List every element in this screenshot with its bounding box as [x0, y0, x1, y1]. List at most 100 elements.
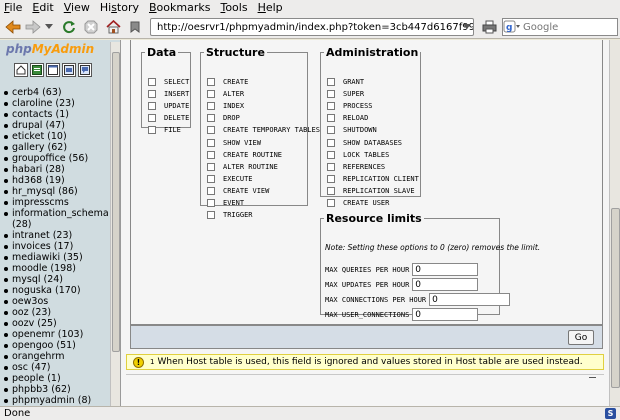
- privilege-checkbox[interactable]: [327, 186, 335, 195]
- bookmark-page-button[interactable]: [126, 18, 144, 36]
- privilege-option[interactable]: SHUTDOWN: [327, 126, 377, 135]
- privilege-checkbox[interactable]: [148, 126, 156, 135]
- privilege-option[interactable]: LOCK TABLES: [327, 150, 389, 159]
- privilege-checkbox[interactable]: [207, 162, 215, 171]
- privilege-option[interactable]: CREATE USER: [327, 199, 389, 207]
- menu-item[interactable]: File: [4, 1, 22, 14]
- reload-button[interactable]: [60, 18, 78, 36]
- address-dropdown[interactable]: [462, 18, 472, 36]
- main-scroll-thumb[interactable]: [611, 208, 620, 388]
- privilege-checkbox[interactable]: [207, 186, 215, 195]
- menu-item[interactable]: Tools: [220, 1, 247, 14]
- privilege-checkbox[interactable]: [327, 90, 335, 99]
- privilege-option[interactable]: INDEX: [207, 102, 244, 111]
- privilege-checkbox[interactable]: [148, 114, 156, 123]
- privilege-option[interactable]: DELETE: [148, 114, 189, 123]
- privilege-checkbox[interactable]: [207, 199, 215, 207]
- left-scroll-thumb[interactable]: [112, 52, 120, 352]
- privilege-option[interactable]: UPDATE: [148, 102, 189, 111]
- database-link[interactable]: moodle (198): [0, 263, 110, 274]
- privilege-checkbox[interactable]: [207, 78, 215, 86]
- menu-item[interactable]: History: [100, 1, 139, 14]
- database-link[interactable]: phpmyadmin (8): [0, 395, 110, 406]
- privilege-checkbox[interactable]: [207, 102, 215, 111]
- privilege-option[interactable]: REFERENCES: [327, 162, 385, 171]
- privilege-option[interactable]: PROCESS: [327, 102, 373, 111]
- privilege-checkbox[interactable]: [207, 150, 215, 159]
- query-window-link[interactable]: [46, 63, 60, 77]
- menu-item[interactable]: Bookmarks: [149, 1, 210, 14]
- help-link[interactable]: [78, 63, 92, 77]
- privilege-checkbox[interactable]: [148, 90, 156, 99]
- privilege-checkbox[interactable]: [207, 114, 215, 123]
- privilege-option[interactable]: REPLICATION SLAVE: [327, 186, 415, 195]
- database-link[interactable]: openemr (103): [0, 329, 110, 340]
- menu-item[interactable]: View: [64, 1, 90, 14]
- privilege-option[interactable]: EVENT: [207, 199, 244, 207]
- privilege-checkbox[interactable]: [327, 138, 335, 147]
- database-link[interactable]: intranet (23): [0, 230, 110, 241]
- privilege-checkbox[interactable]: [207, 126, 215, 135]
- database-link[interactable]: phpbb3 (62): [0, 384, 110, 395]
- home-button[interactable]: [104, 18, 122, 36]
- database-link[interactable]: hd368 (19): [0, 175, 110, 186]
- privilege-checkbox[interactable]: [327, 114, 335, 123]
- print-button[interactable]: [480, 18, 498, 36]
- privilege-option[interactable]: SUPER: [327, 90, 364, 99]
- database-link[interactable]: ooz (23): [0, 307, 110, 318]
- database-link[interactable]: information_schema: [0, 208, 110, 219]
- database-link[interactable]: opengoo (51): [0, 340, 110, 351]
- privilege-option[interactable]: INSERT: [148, 90, 189, 99]
- privilege-checkbox[interactable]: [327, 162, 335, 171]
- database-link[interactable]: oozv (25): [0, 318, 110, 329]
- database-link[interactable]: osc (47): [0, 362, 110, 373]
- search-box[interactable]: g: [502, 18, 618, 36]
- database-link-count[interactable]: (28): [0, 219, 110, 230]
- database-link[interactable]: hr_mysql (86): [0, 186, 110, 197]
- left-frame-scrollbar[interactable]: [110, 42, 120, 406]
- database-link[interactable]: groupoffice (56): [0, 153, 110, 164]
- privilege-option[interactable]: FILE: [148, 126, 181, 135]
- stop-button[interactable]: [82, 18, 100, 36]
- menu-item[interactable]: Edit: [32, 1, 53, 14]
- privilege-checkbox[interactable]: [207, 211, 215, 220]
- privilege-checkbox[interactable]: [327, 78, 335, 86]
- privilege-option[interactable]: CREATE VIEW: [207, 186, 269, 195]
- privilege-option[interactable]: GRANT: [327, 78, 364, 86]
- resource-limit-input[interactable]: [412, 308, 479, 321]
- resource-limit-input[interactable]: [429, 293, 511, 306]
- privilege-option[interactable]: CREATE: [207, 78, 248, 86]
- privilege-checkbox[interactable]: [207, 174, 215, 183]
- privilege-option[interactable]: ALTER: [207, 90, 244, 99]
- database-link[interactable]: people (1): [0, 373, 110, 384]
- database-link[interactable]: habari (28): [0, 164, 110, 175]
- privilege-option[interactable]: EXECUTE: [207, 174, 253, 183]
- database-link[interactable]: eticket (10): [0, 131, 110, 142]
- database-link[interactable]: impresscms: [0, 197, 110, 208]
- menu-item[interactable]: Help: [258, 1, 283, 14]
- home-link[interactable]: [14, 63, 28, 77]
- privilege-checkbox[interactable]: [327, 150, 335, 159]
- privilege-checkbox[interactable]: [148, 78, 156, 86]
- privilege-option[interactable]: RELOAD: [327, 114, 368, 123]
- database-link[interactable]: mediawiki (35): [0, 252, 110, 263]
- history-dropdown[interactable]: [44, 18, 54, 36]
- phpmyadmin-logo[interactable]: phpMyAdmin: [6, 42, 94, 56]
- privilege-checkbox[interactable]: [327, 102, 335, 111]
- privilege-option[interactable]: TRIGGER: [207, 211, 253, 220]
- main-frame-scrollbar[interactable]: [609, 40, 620, 406]
- documentation-link[interactable]: [62, 63, 76, 77]
- database-link[interactable]: cerb4 (63): [0, 87, 110, 98]
- database-link[interactable]: noguska (170): [0, 285, 110, 296]
- privilege-checkbox[interactable]: [207, 90, 215, 99]
- privilege-checkbox[interactable]: [327, 199, 335, 207]
- database-link[interactable]: gallery (62): [0, 142, 110, 153]
- privilege-checkbox[interactable]: [207, 138, 215, 147]
- database-link[interactable]: drupal (47): [0, 120, 110, 131]
- privilege-checkbox[interactable]: [327, 126, 335, 135]
- privilege-option[interactable]: SHOW DATABASES: [327, 138, 402, 147]
- resource-limit-input[interactable]: [412, 263, 479, 276]
- database-link[interactable]: mysql (24): [0, 274, 110, 285]
- privilege-checkbox[interactable]: [148, 102, 156, 111]
- sql-query-link[interactable]: [30, 63, 44, 77]
